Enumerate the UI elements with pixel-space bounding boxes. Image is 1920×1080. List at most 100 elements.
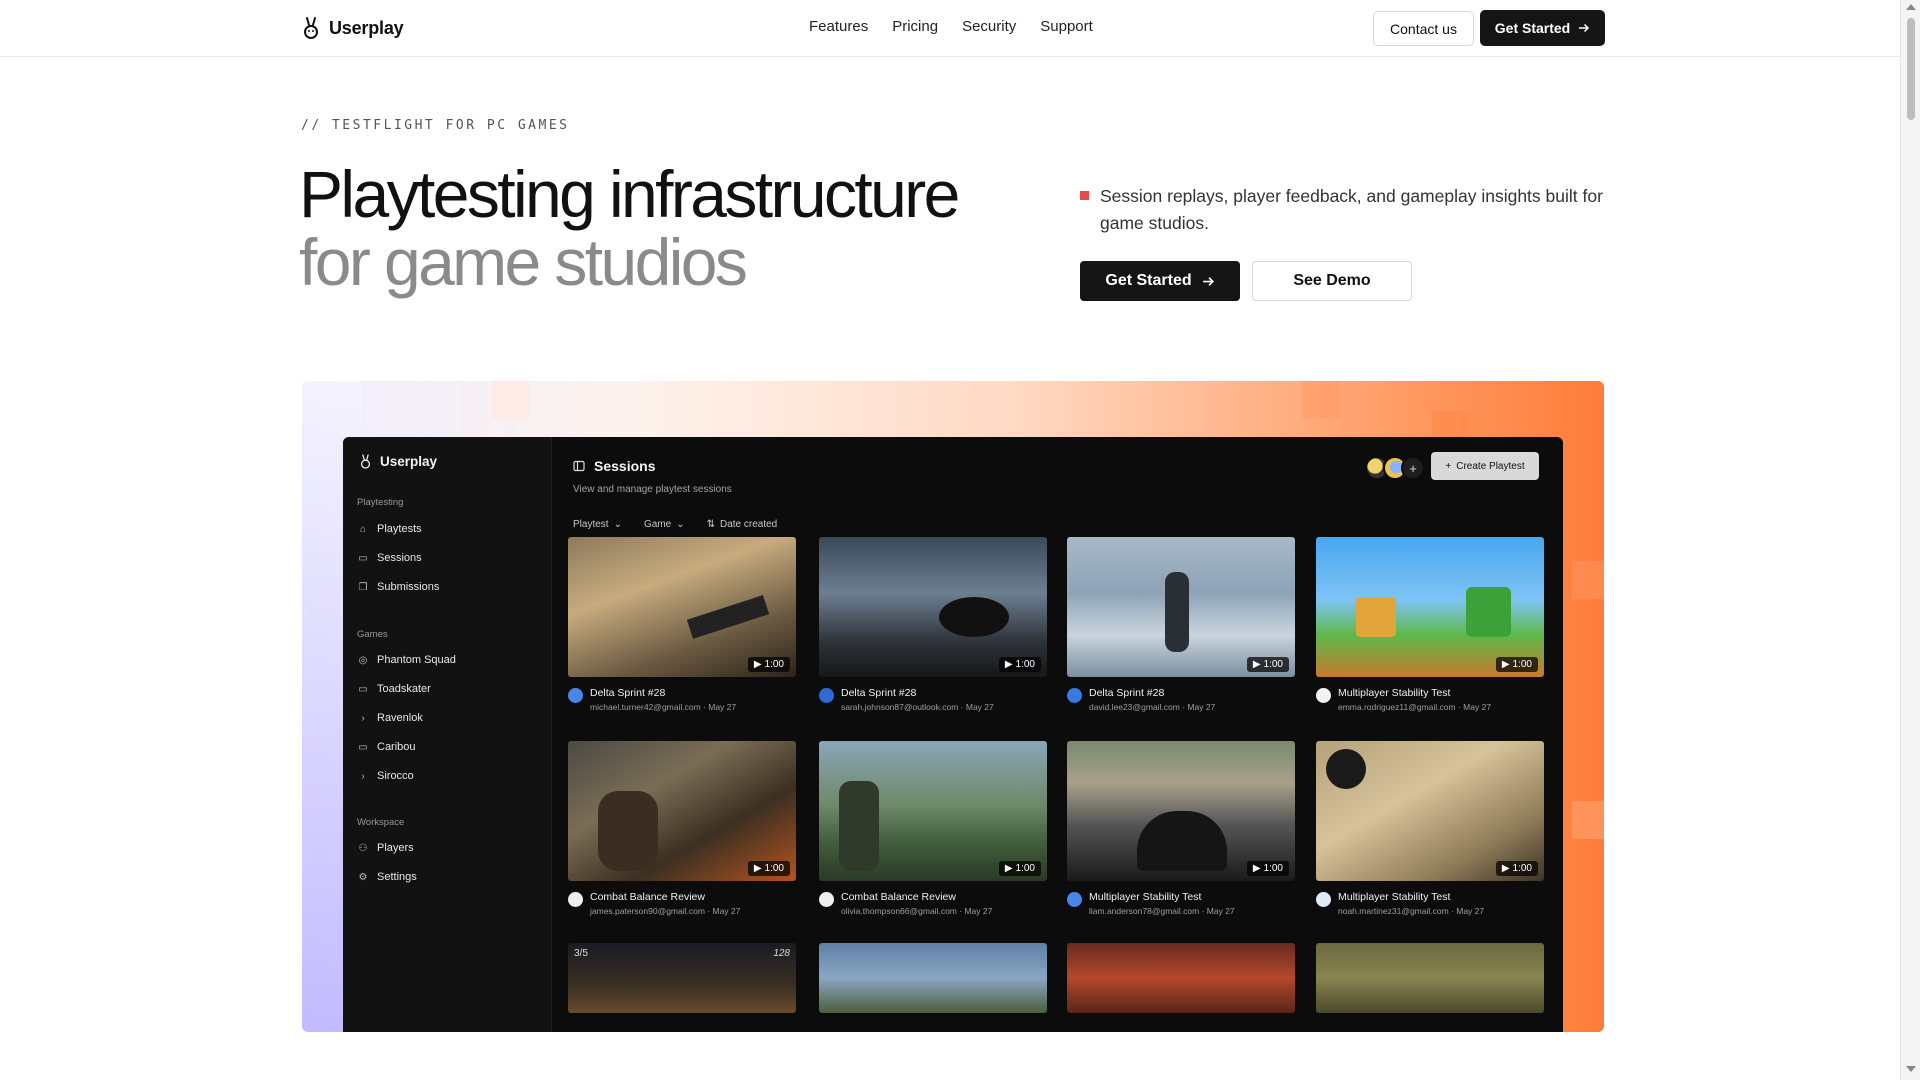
arrow-right-icon bbox=[1202, 276, 1214, 286]
session-date: May 27 bbox=[1456, 906, 1485, 916]
play-icon: ▶ bbox=[753, 863, 762, 874]
session-thumbnail[interactable] bbox=[1316, 943, 1544, 1013]
sidebar-section-playtesting: Playtesting bbox=[357, 497, 404, 508]
create-playtest-button[interactable]: + Create Playtest bbox=[1431, 452, 1539, 480]
session-thumbnail[interactable]: ▶ 1:00 bbox=[1316, 741, 1544, 881]
scroll-thumb[interactable] bbox=[1907, 18, 1915, 120]
session-meta: david.lee23@gmail.com · May 27 bbox=[1089, 702, 1216, 712]
weapon-shape bbox=[939, 597, 1009, 637]
scroll-down-arrow-icon[interactable] bbox=[1906, 1066, 1916, 1072]
page-scrollbar[interactable] bbox=[1900, 0, 1920, 1080]
sidebar-item-settings[interactable]: ⚙ Settings bbox=[357, 871, 417, 883]
session-email: emma.rodriguez11@gmail.com bbox=[1338, 702, 1456, 712]
gamepad-icon: ⌂ bbox=[359, 523, 367, 535]
session-date: May 27 bbox=[1206, 906, 1235, 916]
session-meta: emma.rodriguez11@gmail.com · May 27 bbox=[1338, 702, 1492, 712]
sidebar-item-phantom-squad[interactable]: ◎ Phantom Squad bbox=[357, 654, 456, 666]
hero-title-line1: Playtesting infrastructure bbox=[299, 157, 960, 231]
nav-link-pricing[interactable]: Pricing bbox=[892, 18, 938, 35]
duration-text: 1:00 bbox=[1512, 659, 1532, 670]
session-thumbnail[interactable]: 3/5 128 bbox=[568, 943, 796, 1013]
session-title: Delta Sprint #28 bbox=[590, 687, 666, 699]
chevron-down-icon: ⌄ bbox=[613, 519, 622, 530]
session-date: May 27 bbox=[712, 906, 741, 916]
block-shape bbox=[1356, 597, 1396, 637]
brand-logo-icon bbox=[304, 17, 318, 39]
session-date: May 27 bbox=[964, 906, 993, 916]
get-started-hero-button[interactable]: Get Started bbox=[1080, 261, 1240, 301]
sidebar-item-sessions[interactable]: ▭ Sessions bbox=[357, 552, 421, 564]
app-brand[interactable]: Userplay bbox=[359, 453, 437, 470]
get-started-nav-button[interactable]: Get Started bbox=[1480, 10, 1605, 46]
session-email: olivia.thompson66@gmail.com bbox=[841, 906, 957, 916]
play-icon: ▶ bbox=[1004, 659, 1013, 670]
sidebar-item-submissions[interactable]: ❐ Submissions bbox=[357, 581, 440, 593]
hero-bullet-marker bbox=[1080, 191, 1089, 200]
duration-badge: ▶ 1:00 bbox=[998, 861, 1041, 876]
sidebar-item-label: Players bbox=[377, 842, 414, 854]
filter-game[interactable]: Game ⌄ bbox=[644, 519, 685, 530]
play-icon: ▶ bbox=[1004, 863, 1013, 874]
session-meta: olivia.thompson66@gmail.com · May 27 bbox=[841, 906, 993, 916]
brand[interactable]: Userplay bbox=[301, 15, 404, 41]
sidebar-item-label: Toadskater bbox=[377, 683, 431, 695]
video-icon: ▭ bbox=[358, 552, 368, 564]
session-thumbnail[interactable]: ▶ 1:00 bbox=[1316, 537, 1544, 677]
duration-badge: ▶ 1:00 bbox=[1495, 861, 1538, 876]
nav-link-features[interactable]: Features bbox=[809, 18, 868, 35]
sidebar-item-toadskater[interactable]: ▭ Toadskater bbox=[357, 683, 431, 695]
app-window: Userplay Playtesting ⌂ Playtests ▭ Session… bbox=[343, 437, 1563, 1032]
sidebar-toggle-icon[interactable] bbox=[573, 460, 585, 472]
nav-link-security[interactable]: Security bbox=[962, 18, 1016, 35]
sidebar-item-sirocco[interactable]: › Sirocco bbox=[357, 770, 414, 782]
contact-button[interactable]: Contact us bbox=[1373, 11, 1474, 46]
avatar bbox=[1316, 688, 1331, 703]
session-date: May 27 bbox=[965, 702, 994, 712]
duration-text: 1:00 bbox=[764, 863, 784, 874]
filter-playtest[interactable]: Playtest ⌄ bbox=[573, 519, 622, 530]
get-started-nav-label: Get Started bbox=[1494, 20, 1571, 36]
play-icon: ▶ bbox=[1252, 863, 1261, 874]
sidebar-item-label: Sirocco bbox=[377, 770, 414, 782]
filter-bar: Playtest ⌄ Game ⌄ ⇅ Date created bbox=[573, 519, 777, 530]
sidebar-item-playtests[interactable]: ⌂ Playtests bbox=[357, 523, 422, 535]
sidebar-item-players[interactable]: ⚇ Players bbox=[357, 842, 414, 854]
nav-link-support[interactable]: Support bbox=[1040, 18, 1093, 35]
window-icon: ▭ bbox=[358, 741, 368, 753]
session-thumbnail[interactable]: ▶ 1:00 bbox=[1067, 537, 1295, 677]
sidebar-item-label: Phantom Squad bbox=[377, 654, 456, 666]
duration-badge: ▶ 1:00 bbox=[1246, 657, 1289, 672]
avatar bbox=[819, 892, 834, 907]
filter-label: Playtest bbox=[573, 519, 609, 530]
sidebar-item-ravenlok[interactable]: › Ravenlok bbox=[357, 712, 423, 724]
session-thumbnail[interactable] bbox=[1067, 943, 1295, 1013]
session-thumbnail[interactable]: ▶ 1:00 bbox=[819, 537, 1047, 677]
session-thumbnail[interactable]: ▶ 1:00 bbox=[819, 741, 1047, 881]
collaborator-avatars[interactable]: + bbox=[1365, 456, 1425, 480]
page-title-text: Sessions bbox=[594, 458, 656, 474]
session-thumbnail[interactable]: ▶ 1:00 bbox=[568, 741, 796, 881]
session-email: sarah.johnson87@outlook.com bbox=[841, 702, 959, 712]
pipe-shape bbox=[1466, 587, 1511, 637]
see-demo-button[interactable]: See Demo bbox=[1252, 261, 1412, 301]
sort-date-created[interactable]: ⇅ Date created bbox=[707, 519, 778, 530]
plus-icon[interactable]: + bbox=[1401, 456, 1425, 480]
session-title: Delta Sprint #28 bbox=[841, 687, 917, 699]
play-icon: ▶ bbox=[1501, 863, 1510, 874]
chevron-down-icon: ⌄ bbox=[676, 519, 685, 530]
sidebar-item-caribou[interactable]: ▭ Caribou bbox=[357, 741, 415, 753]
play-icon: ▶ bbox=[1252, 659, 1261, 670]
arrow-right-icon bbox=[1579, 23, 1590, 33]
page-subtitle: View and manage playtest sessions bbox=[573, 484, 732, 495]
car-shape bbox=[1137, 811, 1227, 871]
hud-ammo: 128 bbox=[773, 948, 790, 959]
hero-description: Session replays, player feedback, and ga… bbox=[1100, 186, 1603, 233]
session-thumbnail[interactable]: ▶ 1:00 bbox=[568, 537, 796, 677]
scroll-up-arrow-icon[interactable] bbox=[1906, 4, 1916, 10]
window-icon: ▭ bbox=[358, 683, 368, 695]
duration-badge: ▶ 1:00 bbox=[747, 861, 790, 876]
session-meta: sarah.johnson87@outlook.com · May 27 bbox=[841, 702, 994, 712]
decor-tile bbox=[1302, 381, 1340, 419]
session-thumbnail[interactable] bbox=[819, 943, 1047, 1013]
session-thumbnail[interactable]: ▶ 1:00 bbox=[1067, 741, 1295, 881]
